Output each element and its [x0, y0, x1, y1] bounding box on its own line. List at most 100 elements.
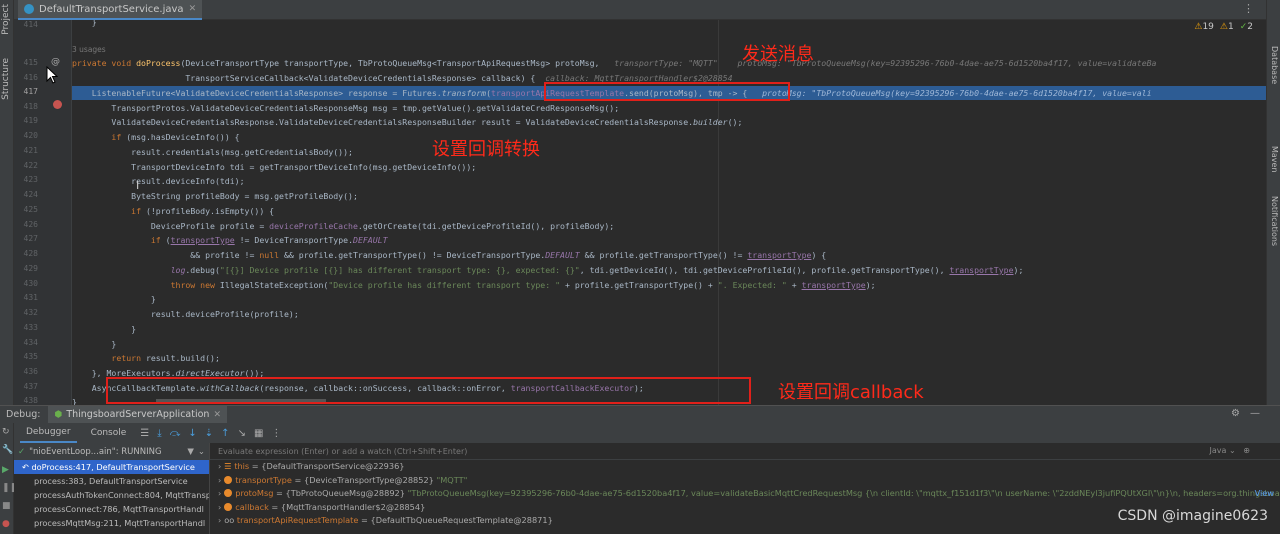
line-number: 423 [23, 175, 38, 184]
view-link[interactable]: View [1255, 487, 1274, 501]
line-number: 425 [23, 205, 38, 214]
text-cursor-icon: I [136, 179, 140, 192]
line-number: 438 [23, 396, 38, 405]
line-number: 414 [23, 20, 38, 29]
show-execution-point-icon[interactable]: ⤓ [157, 428, 161, 439]
line-number: 431 [23, 293, 38, 302]
chevron-right-icon[interactable]: › [218, 475, 221, 485]
code-line-430: throw new IllegalStateException("Device … [72, 280, 876, 290]
code-line-426: DeviceProfile profile = deviceProfileCac… [72, 221, 615, 231]
add-watch-icon[interactable]: ⊕ [1243, 446, 1250, 455]
more-horizontal-icon[interactable]: ⋮ [271, 428, 281, 439]
frame-item[interactable]: processMqttMsg:211, MqttTransportHandl [14, 516, 209, 530]
callback-annotation-box [106, 377, 751, 404]
evaluate-expression-field[interactable]: Evaluate expression (Enter) or add a wat… [210, 443, 1280, 460]
close-icon[interactable]: ✕ [189, 4, 197, 14]
line-number-current: 417 [23, 87, 38, 96]
code-line-423: result.deviceInfo(tdi); [72, 176, 245, 186]
tab-console[interactable]: Console [85, 428, 133, 438]
variable-row[interactable]: › ☰ this = {DefaultTransportService@22936… [210, 460, 1280, 474]
wrench-icon[interactable]: 🔧 [2, 445, 13, 455]
frame-item[interactable]: processConnect:786, MqttTransportHandl [14, 502, 209, 516]
watch-glasses-icon: oo [224, 515, 237, 525]
structure-tool-tab[interactable]: Structure [1, 58, 13, 100]
filter-icon[interactable]: ▼ [187, 447, 194, 457]
more-vertical-icon[interactable]: ⋮ [1243, 2, 1254, 15]
chevron-right-icon[interactable]: › [218, 515, 221, 525]
send-annotation-label: 发送消息 [742, 44, 814, 65]
gear-icon[interactable]: ⚙ [1231, 408, 1240, 419]
line-number: 432 [23, 308, 38, 317]
debug-tool-window-header: Debug: ⬢ ThingsboardServerApplication ✕ … [0, 405, 1280, 424]
line-number: 434 [23, 338, 38, 347]
resume-icon[interactable]: ▶ [2, 465, 9, 475]
maven-tool-tab[interactable]: Maven [1267, 146, 1279, 173]
database-tool-tab[interactable]: Database [1267, 46, 1279, 84]
code-editor[interactable]: ⚠19 ⚠1 ✓2 } 3 usages private void doProc… [72, 20, 1266, 405]
usages-hint[interactable]: 3 usages [72, 42, 1266, 56]
debug-label: Debug: [6, 409, 41, 420]
evaluate-placeholder: Evaluate expression (Enter) or add a wat… [218, 446, 468, 456]
line-number: 429 [23, 264, 38, 273]
breakpoint-icon[interactable] [53, 100, 62, 109]
line-number: 416 [23, 73, 38, 82]
evaluate-icon[interactable]: ▦ [254, 428, 263, 439]
code-line-428: && profile != null && profile.getTranspo… [72, 250, 827, 260]
line-number: 422 [23, 161, 38, 170]
code-line-433: } [72, 324, 137, 334]
chevron-right-icon[interactable]: › [218, 488, 221, 498]
line-number: 419 [23, 116, 38, 125]
variable-row[interactable]: › transportType = {DeviceTransportType@28… [210, 474, 1280, 488]
line-number: 424 [23, 190, 38, 199]
frame-item[interactable]: processAuthTokenConnect:804, MqttTransp [14, 488, 209, 502]
line-number: 435 [23, 352, 38, 361]
step-into-icon[interactable]: ↓ [188, 428, 196, 439]
line-number: 415 [23, 58, 38, 67]
run-config-tab[interactable]: ⬢ ThingsboardServerApplication ✕ [48, 405, 227, 424]
frames-panel: ✓ "nioEventLoop...ain": RUNNING ▼ ⌄ ↶ do… [14, 443, 210, 534]
close-icon[interactable]: ✕ [213, 410, 221, 420]
debug-side-toolbar: ↻ 🔧 ▶ ❚❚ ■ ● [0, 423, 17, 534]
frame-item-selected[interactable]: ↶ doProcess:417, DefaultTransportService [14, 460, 209, 474]
line-number: 420 [23, 131, 38, 140]
force-step-into-icon[interactable]: ⇣ [205, 428, 213, 439]
line-number: 433 [23, 323, 38, 332]
line-number: 421 [23, 146, 38, 155]
code-line-415: private void doProcess(DeviceTransportTy… [72, 58, 1157, 68]
minimize-icon[interactable]: — [1250, 408, 1260, 419]
chevron-right-icon[interactable]: › [218, 461, 221, 471]
run-to-cursor-icon[interactable]: ↘ [238, 428, 246, 439]
layout-icon[interactable]: ☰ [140, 428, 149, 439]
variable-row[interactable]: › protoMsg = {TbProtoQueueMsg@28892} "TbP… [210, 487, 1280, 501]
project-tool-tab[interactable]: Project [1, 4, 13, 35]
notifications-tool-tab[interactable]: Notifications [1267, 196, 1279, 246]
code-line-418: TransportProtos.ValidateDeviceCredential… [72, 103, 620, 113]
right-tool-strip: Database Maven Notifications [1266, 0, 1280, 405]
rerun-icon[interactable]: ↻ [2, 427, 10, 437]
left-tool-strip: Project Structure [0, 0, 14, 405]
view-breakpoints-icon[interactable]: ● [2, 519, 10, 529]
tab-debugger[interactable]: Debugger [20, 423, 77, 443]
line-number: 436 [23, 367, 38, 376]
frame-item[interactable]: process:383, DefaultTransportService [14, 474, 209, 488]
chevron-right-icon[interactable]: › [218, 502, 221, 512]
parameter-icon [224, 502, 233, 511]
chevron-down-icon[interactable]: ⌄ [198, 447, 205, 457]
java-class-icon [24, 4, 34, 14]
callback-annotation-label: 设置回调callback [778, 382, 924, 403]
code-line-422: TransportDeviceInfo tdi = getTransportDe… [72, 162, 477, 172]
file-tab-label: DefaultTransportService.java [39, 3, 184, 15]
line-number: 427 [23, 234, 38, 243]
code-line: } [72, 20, 97, 27]
thread-label: "nioEventLoop...ain": RUNNING [29, 446, 162, 457]
language-selector[interactable]: Java [1210, 446, 1227, 455]
step-over-icon[interactable]: ⤼ [170, 428, 181, 439]
file-tab[interactable]: DefaultTransportService.java ✕ [18, 0, 203, 20]
parameter-icon [224, 475, 233, 484]
step-out-icon[interactable]: ↑ [221, 428, 229, 439]
debugger-toolbar: Debugger Console ☰ ⤓ ⤼ ↓ ⇣ ↑ ↘ ▦ ⋮ [14, 423, 1280, 443]
stop-icon[interactable]: ■ [2, 501, 11, 511]
code-line-427: if (transportType != DeviceTransportType… [72, 235, 388, 245]
thread-selector[interactable]: ✓ "nioEventLoop...ain": RUNNING ▼ ⌄ [14, 443, 209, 460]
code-line-431: } [72, 294, 156, 304]
